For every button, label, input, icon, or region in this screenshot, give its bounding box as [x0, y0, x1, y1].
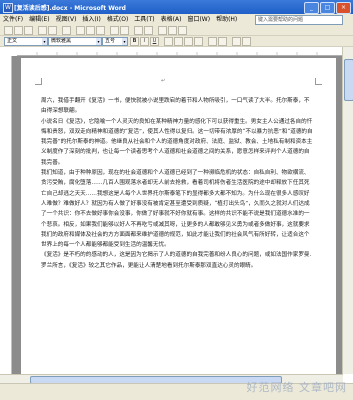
underline-button[interactable]: U — [150, 37, 159, 46]
window-title: [复活读后感].docx - Microsoft Word — [14, 5, 126, 12]
copy-icon[interactable] — [86, 26, 95, 35]
document-workspace: ↵ 周六，我借手翻开《复活》一书，便快就被小说里跌宕的着节和人物所吸引，一口气读… — [12, 56, 343, 374]
vertical-scroll-thumb[interactable] — [344, 59, 353, 101]
paragraph-mark: ↵ — [161, 78, 166, 84]
document-body[interactable]: 周六，我借手翻开《复活》一书，便快就被小说里跌宕的着节和人物所吸引，一口气读了大… — [41, 96, 315, 271]
save-icon[interactable] — [24, 26, 33, 35]
document-map-icon[interactable] — [168, 26, 177, 35]
chevron-down-icon: ▾ — [42, 38, 47, 45]
menu-file[interactable]: 文件(F) — [0, 14, 26, 25]
watermark: 好范网络 文章吧网 — [246, 381, 347, 394]
chevron-down-icon: ▾ — [96, 38, 101, 45]
numbering-icon[interactable] — [208, 37, 217, 46]
formatting-toolbar: 正文 ▾ 微软雅黑 ▾ 五号 ▾ B I U — [0, 36, 353, 47]
show-hide-icon[interactable] — [178, 26, 187, 35]
font-color-icon[interactable] — [242, 37, 251, 46]
menu-insert[interactable]: 插入(I) — [79, 14, 103, 25]
ruler-ticks — [36, 52, 318, 55]
font-size-value: 五号 — [105, 38, 116, 44]
font-value: 微软雅黑 — [51, 38, 72, 44]
drawing-icon[interactable] — [158, 26, 167, 35]
word-app-icon[interactable]: W — [3, 3, 13, 13]
menu-window[interactable]: 窗口(W) — [184, 14, 213, 25]
paragraph-3[interactable]: 我们知道，由于种种原因，现在的社会道德和个人道德已经到了一种濒临危机的状态：自私… — [41, 168, 315, 250]
menu-edit[interactable]: 编辑(E) — [26, 14, 52, 25]
bold-button[interactable]: B — [130, 37, 139, 46]
vertical-ruler[interactable] — [4, 56, 12, 374]
paragraph-2[interactable]: 小说名日《复活》，它隐喻一个人灵灭的良知在某种精神力量的感化下可以获得重生。男女… — [41, 117, 315, 168]
redo-icon[interactable] — [120, 26, 129, 35]
cut-icon[interactable] — [76, 26, 85, 35]
spelling-icon[interactable] — [62, 26, 71, 35]
crop-mark-top-left — [35, 78, 42, 85]
paragraph-1[interactable]: 周六，我借手翻开《复活》一书，便快就被小说里跌宕的着节和人物所吸引，一口气读了大… — [41, 96, 315, 117]
menu-view[interactable]: 视图(V) — [53, 14, 80, 25]
insert-table-icon[interactable] — [134, 26, 143, 35]
standard-toolbar — [0, 25, 353, 36]
style-dropdown[interactable]: 正文 ▾ — [4, 37, 48, 46]
menu-format[interactable]: 格式(O) — [104, 14, 131, 25]
font-dropdown[interactable]: 微软雅黑 ▾ — [48, 37, 102, 46]
paragraph-4[interactable]: 《复活》是不朽的的感动的人，这是因为它揭示了人的道德的自我完善和纷人良心的问题，… — [41, 250, 315, 271]
print-preview-icon[interactable] — [48, 26, 57, 35]
justify-icon[interactable] — [194, 37, 203, 46]
new-document-icon[interactable] — [4, 26, 13, 35]
undo-icon[interactable] — [110, 26, 119, 35]
menu-help[interactable]: 帮助(H) — [213, 14, 240, 25]
vertical-scrollbar[interactable] — [342, 47, 353, 374]
document-page[interactable]: ↵ 周六，我借手翻开《复活》一书，便快就被小说里跌宕的着节和人物所吸引，一口气读… — [21, 58, 336, 374]
crop-mark-top-right — [315, 78, 322, 85]
style-value: 正文 — [7, 38, 18, 44]
title-bar: W [复活读后感].docx - Microsoft Word _ □ × — [0, 0, 353, 14]
minimize-button[interactable]: _ — [304, 2, 319, 14]
columns-icon[interactable] — [144, 26, 153, 35]
italic-button[interactable]: I — [140, 37, 149, 46]
help-search-input[interactable]: 键入需要帮助的问题 — [255, 15, 343, 25]
font-size-dropdown[interactable]: 五号 ▾ — [102, 37, 128, 46]
highlight-icon[interactable] — [232, 37, 241, 46]
horizontal-ruler[interactable] — [17, 47, 343, 56]
align-left-icon[interactable] — [164, 37, 173, 46]
menu-tools[interactable]: 工具(T) — [131, 14, 157, 25]
chevron-down-icon: ▾ — [122, 38, 127, 45]
maximize-button[interactable]: □ — [320, 2, 335, 14]
print-icon[interactable] — [38, 26, 47, 35]
menu-table[interactable]: 表格(A) — [158, 14, 185, 25]
bullets-icon[interactable] — [218, 37, 227, 46]
close-button[interactable]: × — [336, 2, 351, 14]
open-folder-icon[interactable] — [14, 26, 23, 35]
paste-icon[interactable] — [96, 26, 105, 35]
window-controls: _ □ × — [304, 2, 351, 14]
align-center-icon[interactable] — [174, 37, 183, 46]
align-right-icon[interactable] — [184, 37, 193, 46]
